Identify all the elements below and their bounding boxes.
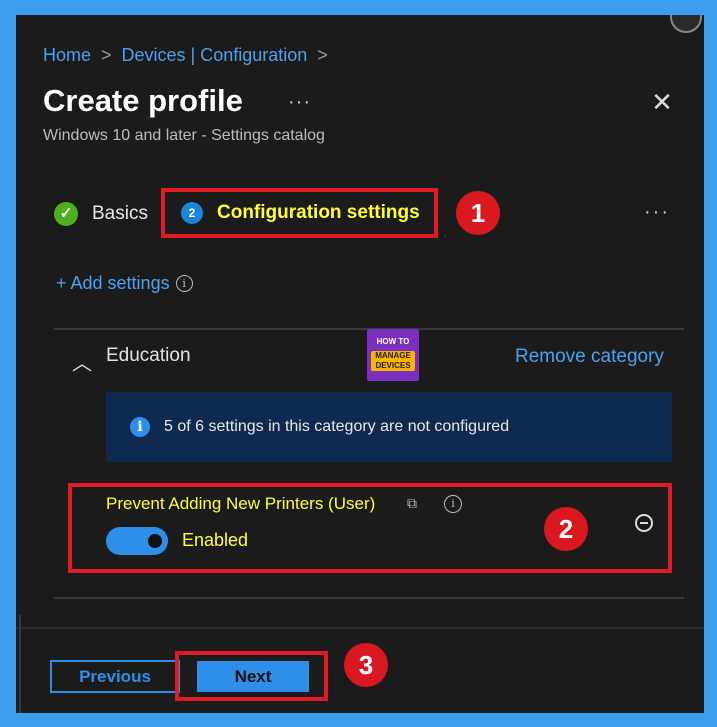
logo-line-2: MANAGE DEVICES	[371, 351, 415, 371]
chevron-up-icon[interactable]: ︿	[72, 347, 92, 376]
info-icon: i	[130, 417, 150, 437]
tab-basics[interactable]: ✓ Basics	[54, 202, 148, 226]
remove-category-link[interactable]: Remove category	[515, 346, 664, 368]
divider	[19, 615, 21, 713]
chevron-right-icon: >	[317, 45, 328, 65]
avatar[interactable]	[670, 15, 702, 33]
page-title: Create profile	[43, 83, 243, 118]
info-banner: i 5 of 6 settings in this category are n…	[106, 392, 672, 462]
breadcrumb: Home > Devices | Configuration >	[43, 45, 338, 66]
tab-basics-label: Basics	[92, 203, 148, 224]
page-subtitle: Windows 10 and later - Settings catalog	[43, 127, 325, 144]
highlight-box-3	[175, 651, 328, 701]
previous-button[interactable]: Previous	[50, 660, 180, 693]
info-banner-text: 5 of 6 settings in this category are not…	[164, 418, 510, 435]
create-profile-panel: Home > Devices | Configuration > Create …	[16, 15, 704, 713]
close-button[interactable]: ✕	[650, 89, 674, 115]
callout-badge-1: 1	[456, 191, 500, 235]
how-to-manage-devices-logo: HOW TO MANAGE DEVICES	[367, 329, 419, 381]
callout-badge-3: 3	[344, 643, 388, 687]
add-settings-link[interactable]: + Add settings i	[56, 273, 193, 294]
breadcrumb-devices-link[interactable]: Devices | Configuration	[122, 45, 308, 66]
chevron-right-icon: >	[101, 45, 112, 65]
footer-divider	[16, 627, 704, 629]
highlight-box-1	[161, 188, 438, 238]
category-name: Education	[106, 345, 191, 366]
info-icon[interactable]: i	[175, 275, 193, 292]
add-settings-label: + Add settings	[56, 273, 170, 293]
breadcrumb-home-link[interactable]: Home	[43, 45, 91, 66]
more-options-icon[interactable]: ···	[288, 91, 311, 114]
callout-badge-2: 2	[544, 507, 588, 551]
divider	[54, 597, 684, 599]
more-options-icon[interactable]: ···	[644, 201, 670, 224]
checkmark-icon: ✓	[54, 202, 78, 226]
remove-setting-icon[interactable]	[635, 514, 653, 532]
logo-line-1: HOW TO	[376, 337, 410, 346]
